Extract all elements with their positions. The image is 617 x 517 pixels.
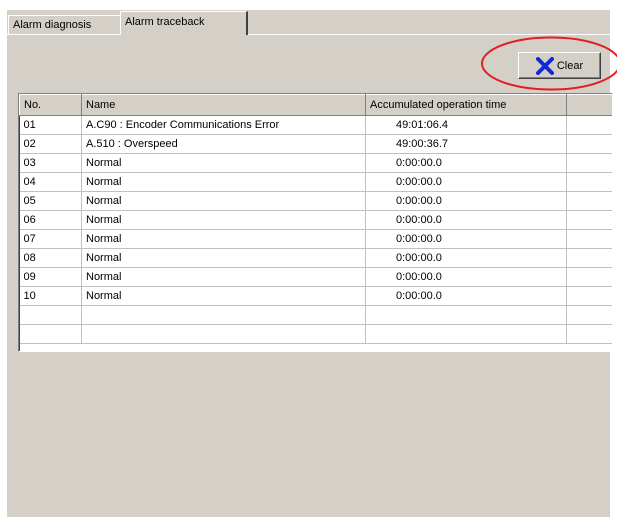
cell-name: [81, 305, 366, 325]
cell-time: 0:00:00.0: [365, 229, 567, 249]
table-row[interactable]: [19, 305, 612, 325]
cell-time: 49:00:36.7: [365, 134, 567, 154]
cell-blank: [566, 115, 612, 135]
table-row[interactable]: 06 Normal 0:00:00.0: [19, 210, 612, 230]
cell-name: Normal: [81, 286, 366, 306]
table-row[interactable]: 03 Normal 0:00:00.0: [19, 153, 612, 173]
cell-time: [365, 324, 567, 344]
table-row[interactable]: 04 Normal 0:00:00.0: [19, 172, 612, 192]
cell-blank: [566, 229, 612, 249]
table-row[interactable]: 02 A.510 : Overspeed 49:00:36.7: [19, 134, 612, 154]
table-row[interactable]: 01 A.C90 : Encoder Communications Error 49…: [19, 115, 612, 135]
cell-time: 49:01:06.4: [365, 115, 567, 135]
table-row[interactable]: 05 Normal 0:00:00.0: [19, 191, 612, 211]
cell-no: 08: [19, 248, 82, 268]
alarm-window: Alarm diagnosis Alarm traceback Clear No…: [7, 10, 617, 517]
cell-time: 0:00:00.0: [365, 153, 567, 173]
cell-time: 0:00:00.0: [365, 172, 567, 192]
cell-no: [19, 324, 82, 344]
column-header-no[interactable]: No.: [19, 94, 82, 116]
tab-alarm-traceback[interactable]: Alarm traceback: [120, 11, 248, 35]
cell-time: 0:00:00.0: [365, 210, 567, 230]
cell-name: A.C90 : Encoder Communications Error: [81, 115, 366, 135]
cell-time: 0:00:00.0: [365, 267, 567, 287]
cell-blank: [566, 267, 612, 287]
tab-bar: Alarm diagnosis Alarm traceback: [7, 10, 610, 35]
tab-divider: [7, 34, 610, 35]
column-header-name[interactable]: Name: [81, 94, 366, 116]
tab-alarm-diagnosis[interactable]: Alarm diagnosis: [8, 15, 128, 34]
table-row[interactable]: [19, 324, 612, 344]
cell-blank: [566, 305, 612, 325]
column-header-blank[interactable]: [566, 94, 612, 116]
cell-blank: [566, 172, 612, 192]
cell-time: 0:00:00.0: [365, 286, 567, 306]
clear-button-label: Clear: [556, 59, 584, 72]
cell-no: 03: [19, 153, 82, 173]
cell-time: [365, 305, 567, 325]
alarm-table: No. Name Accumulated operation time 01 A.…: [19, 94, 612, 344]
cell-name: A.510 : Overspeed: [81, 134, 366, 154]
cell-no: 09: [19, 267, 82, 287]
alarm-traceback-grid[interactable]: No. Name Accumulated operation time 01 A.…: [18, 93, 613, 352]
cell-name: Normal: [81, 248, 366, 268]
cell-no: 07: [19, 229, 82, 249]
cell-name: [81, 324, 366, 344]
cell-name: Normal: [81, 267, 366, 287]
column-header-time[interactable]: Accumulated operation time: [365, 94, 567, 116]
cell-name: Normal: [81, 210, 366, 230]
cell-no: 04: [19, 172, 82, 192]
table-row[interactable]: 08 Normal 0:00:00.0: [19, 248, 612, 268]
table-header-row: No. Name Accumulated operation time: [19, 94, 612, 116]
cell-no: 06: [19, 210, 82, 230]
cell-time: 0:00:00.0: [365, 248, 567, 268]
table-row[interactable]: 09 Normal 0:00:00.0: [19, 267, 612, 287]
cell-blank: [566, 134, 612, 154]
x-icon: [535, 56, 554, 75]
cell-name: Normal: [81, 153, 366, 173]
cell-blank: [566, 153, 612, 173]
cell-blank: [566, 248, 612, 268]
cell-name: Normal: [81, 191, 366, 211]
table-row[interactable]: 07 Normal 0:00:00.0: [19, 229, 612, 249]
table-row[interactable]: 10 Normal 0:00:00.0: [19, 286, 612, 306]
cell-no: 10: [19, 286, 82, 306]
cell-no: 05: [19, 191, 82, 211]
cell-blank: [566, 286, 612, 306]
cell-time: 0:00:00.0: [365, 191, 567, 211]
clear-button[interactable]: Clear: [518, 52, 601, 79]
cell-no: [19, 305, 82, 325]
cell-no: 01: [19, 115, 82, 135]
cell-blank: [566, 191, 612, 211]
cell-name: Normal: [81, 229, 366, 249]
cell-blank: [566, 210, 612, 230]
cell-blank: [566, 324, 612, 344]
cell-no: 02: [19, 134, 82, 154]
cell-name: Normal: [81, 172, 366, 192]
